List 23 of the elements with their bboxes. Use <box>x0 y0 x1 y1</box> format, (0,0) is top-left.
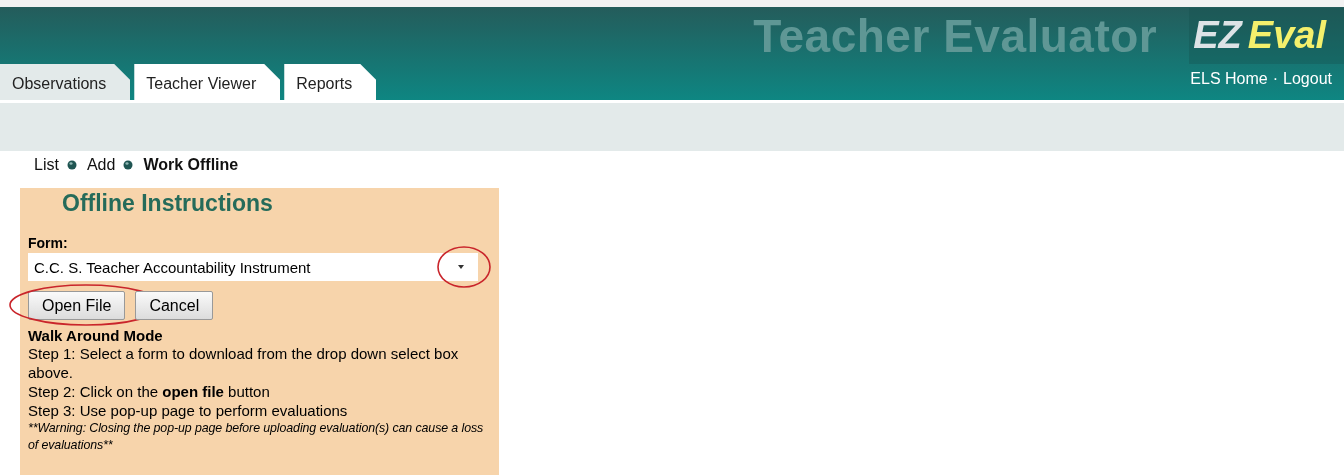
step-text: Step 3: Use pop-up page to perform evaluations <box>28 401 349 420</box>
tab[interactable]: Teacher Viewer <box>134 64 281 100</box>
step-text: Step 1: Select a form to download from the drop down select box above. <box>28 344 460 382</box>
breadcrumb-link[interactable]: Work Offline <box>143 156 239 174</box>
form-select[interactable]: C.C. S. Teacher Accountability Instrument <box>28 253 478 281</box>
app-title: Teacher Evaluator <box>753 8 1158 63</box>
form-button[interactable]: Cancel <box>135 291 214 320</box>
logo: EZEval <box>1189 7 1344 64</box>
header-link[interactable]: ELS Home <box>1190 70 1268 88</box>
breadcrumb-link[interactable]: List <box>34 156 59 174</box>
separator-dot: · <box>1272 70 1279 88</box>
caret-icon <box>458 265 464 269</box>
warning-text: **Warning: Closing the pop-up page before uploading evaluation(s) can cause a loss of evaluations** <box>28 420 485 454</box>
form-label: Form: <box>28 235 69 251</box>
bullet-icon <box>66 160 79 170</box>
step-text: Step 2: Click on the open file button <box>28 382 271 401</box>
breadcrumb-link[interactable]: Add <box>86 156 116 174</box>
panel-title: Offline Instructions <box>61 189 274 217</box>
form-button[interactable]: Open File <box>28 291 126 320</box>
header-link[interactable]: Logout <box>1283 70 1332 88</box>
tab[interactable]: Reports <box>284 64 377 100</box>
tab[interactable]: Observations <box>0 64 131 100</box>
mode-title: Walk Around Mode <box>28 327 164 344</box>
